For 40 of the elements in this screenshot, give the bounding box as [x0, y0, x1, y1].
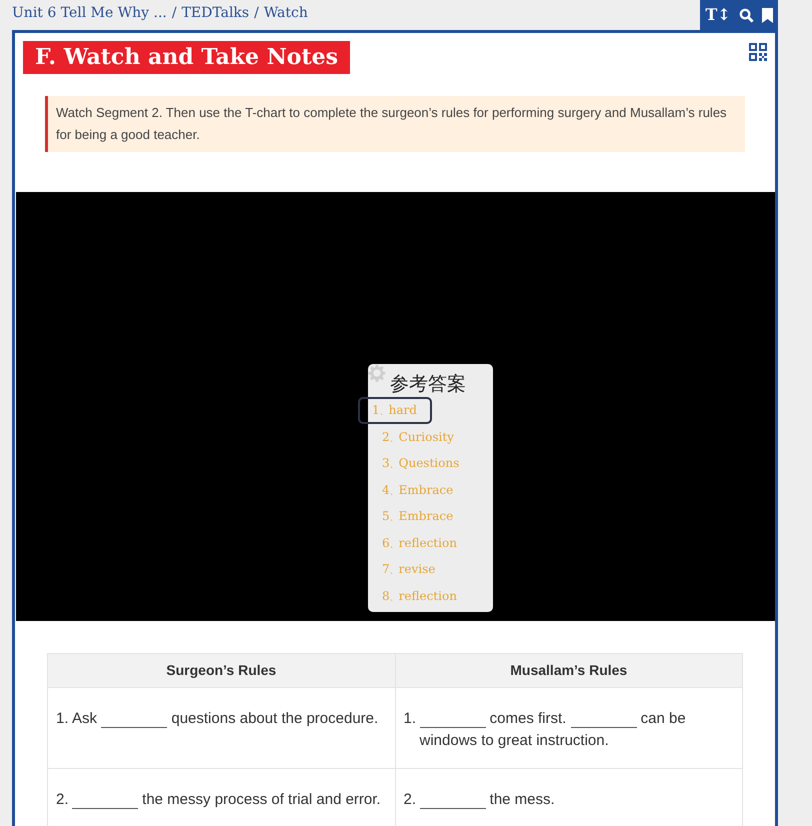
column-header: Musallam’s Rules — [395, 654, 742, 688]
answer-item[interactable]: 1、hard — [358, 397, 432, 424]
answer-item[interactable]: 3、Questions — [368, 450, 493, 476]
answer-text: 4、Embrace — [382, 482, 454, 498]
breadcrumb-separator: / — [172, 4, 177, 23]
text-size-button[interactable]: T↕ — [705, 7, 731, 23]
search-icon[interactable] — [738, 8, 754, 22]
rule-number: 1. — [56, 709, 70, 729]
video-player[interactable]: 参考答案 1、hard 2、Curiosity 3、Questions 4、Embrace 5、Embrace 6、reflection 7、revise 8、reflection — [16, 192, 775, 621]
rule-text: the mess. — [420, 789, 555, 811]
breadcrumb-link[interactable]: Watch — [264, 3, 308, 24]
answer-text: 6、reflection — [382, 534, 457, 552]
answer-item[interactable]: 6、reflection — [368, 530, 493, 556]
breadcrumb-link[interactable]: Unit 6 Tell Me Why ... — [12, 3, 167, 24]
rule-text: the messy process of trial and error. — [72, 789, 381, 811]
popup-title: 参考答案 — [389, 373, 467, 397]
instruction-text: Watch Segment 2. Then use the T-chart to complete the surgeon’s rules for performing surgery and Musallam’s rules for being a good teacher. — [45, 96, 745, 152]
bookmark-icon[interactable] — [762, 8, 773, 22]
answer-item[interactable]: 7、revise — [368, 556, 493, 582]
rule-text: comes first. can be windows to great instruction. — [420, 709, 687, 751]
rule-number: 2. — [404, 790, 418, 810]
answer-text: 3、Questions — [382, 455, 460, 472]
gear-icon[interactable] — [366, 362, 388, 384]
answer-text: 8、reflection — [382, 588, 457, 604]
answer-text: 1、hard — [372, 402, 417, 419]
breadcrumb-link[interactable]: TEDTalks — [182, 3, 250, 24]
section-title: F. Watch and Take Notes — [23, 41, 350, 74]
rule-text: Ask questions about the procedure. — [72, 709, 378, 730]
rule-number: 1. — [404, 709, 418, 729]
answer-item[interactable]: 8、reflection — [368, 582, 493, 609]
qr-code-icon[interactable] — [749, 43, 767, 61]
answer-item[interactable]: 5、Embrace — [368, 503, 493, 530]
breadcrumb-separator: / — [254, 4, 259, 23]
answer-text: 5、Embrace — [382, 508, 454, 525]
rule-number: 2. — [56, 790, 70, 810]
column-header: Surgeon’s Rules — [48, 654, 395, 688]
answer-item[interactable]: 4、Embrace — [368, 476, 493, 503]
answer-text: 2、Curiosity — [382, 428, 454, 446]
answer-text: 7、revise — [382, 561, 436, 578]
answer-item[interactable]: 2、Curiosity — [368, 424, 493, 450]
